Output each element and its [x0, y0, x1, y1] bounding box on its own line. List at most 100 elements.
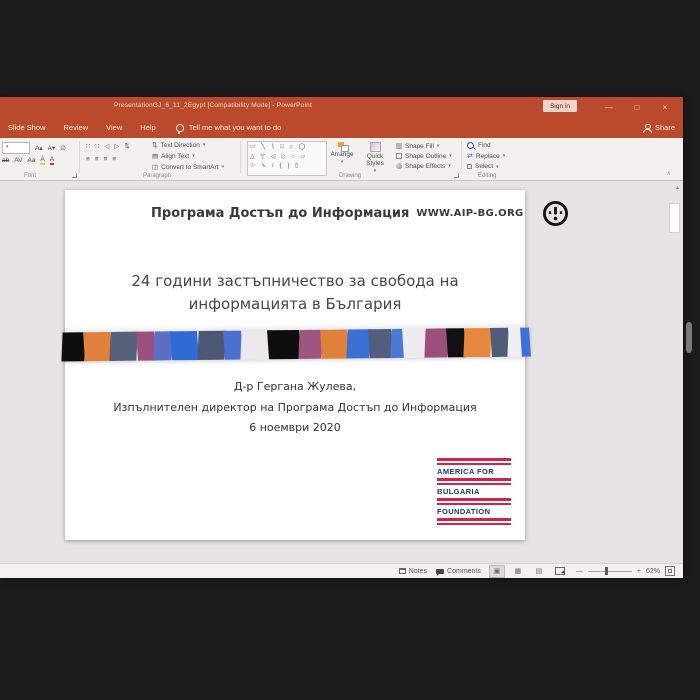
- stripe-segment: [520, 328, 531, 357]
- stripe-segment: [368, 329, 393, 358]
- decrease-indent-button[interactable]: ◁: [104, 142, 109, 150]
- vertical-scrollbar[interactable]: ▴: [669, 181, 682, 564]
- restore-button[interactable]: □: [628, 100, 646, 114]
- desktop-background: PresentationGJ_6_11_2Egypt [Compatibilit…: [0, 0, 700, 700]
- decrease-font-size-button[interactable]: A▾: [48, 144, 56, 152]
- outer-scrollbar-thumb[interactable]: [686, 322, 692, 353]
- slide-header[interactable]: Програма Достъп до Информация WWW.AIP-BG…: [151, 198, 569, 228]
- chevron-down-icon: ▾: [222, 164, 225, 170]
- editing-stack: Find ⇄ Replace ▾ Select ▾: [467, 140, 515, 172]
- slide-author-block[interactable]: Д-р Гергана Жулева, Изпълнителен директо…: [65, 377, 525, 439]
- zoom-in-button[interactable]: +: [637, 568, 641, 575]
- chevron-down-icon: ▾: [341, 159, 344, 165]
- bullets-button[interactable]: ∷: [86, 142, 90, 150]
- lightbulb-icon: [176, 124, 184, 132]
- convert-to-smartart-button[interactable]: ◫ Convert to SmartArt ▾: [152, 163, 238, 171]
- justify-button[interactable]: ≡: [112, 156, 116, 163]
- slide-canvas: Програма Достъп до Информация WWW.AIP-BG…: [0, 181, 683, 564]
- notes-button[interactable]: Notes: [399, 568, 427, 575]
- minimize-button[interactable]: —: [600, 100, 618, 114]
- shape-gallery-row[interactable]: △ ▽ ◁ ◇ ○ ▱: [250, 153, 324, 163]
- zoom-slider-thumb[interactable]: [605, 567, 608, 575]
- drawing-group-label: Drawing: [339, 173, 361, 179]
- collapse-ribbon-icon[interactable]: ∧: [667, 170, 671, 177]
- chevron-down-icon: ▾: [448, 163, 451, 169]
- clear-formatting-button[interactable]: ∅: [60, 144, 66, 152]
- shape-effects-button[interactable]: Shape Effects ▾: [396, 163, 460, 170]
- slide-show-button[interactable]: [553, 566, 567, 577]
- line-spacing-button[interactable]: ⇅: [124, 142, 129, 150]
- tab-view[interactable]: View: [106, 123, 122, 132]
- select-button[interactable]: Select ▾: [467, 163, 515, 170]
- comment-icon: [436, 569, 444, 574]
- font-toolbar-row1: ▾ A▴ A▾ ∅: [2, 142, 66, 154]
- align-center-button[interactable]: ≡: [95, 156, 99, 163]
- stripe-segment: [425, 328, 449, 357]
- paragraph-group-label: Paragraph: [143, 173, 171, 179]
- abf-stripe: [437, 478, 511, 481]
- strikethrough-button[interactable]: ab: [2, 157, 9, 164]
- scrollbar-thumb[interactable]: [669, 203, 680, 233]
- text-direction-button[interactable]: ⇅ Text Direction ▾: [152, 141, 238, 149]
- title-bar[interactable]: PresentationGJ_6_11_2Egypt [Compatibilit…: [0, 97, 683, 117]
- tell-me-box[interactable]: Tell me what you want to do: [176, 123, 282, 132]
- share-button[interactable]: Share: [643, 123, 675, 132]
- comments-button[interactable]: Comments: [436, 568, 481, 575]
- ribbon-tab-row: Slide Show Review View Help Tell me what yo…: [0, 117, 683, 138]
- shape-gallery-row[interactable]: ▭ ╲ ∖ □ ○ ◯: [250, 143, 324, 153]
- reading-view-button[interactable]: ▤: [532, 566, 546, 577]
- author-name-text: Д-р Гергана Жулева,: [65, 377, 525, 398]
- org-name-text: Програма Достъп до Информация: [151, 206, 409, 221]
- shape-outline-button[interactable]: Shape Outline ▾: [396, 153, 460, 160]
- zoom-out-button[interactable]: —: [576, 568, 583, 575]
- numbering-button[interactable]: ∷: [95, 142, 99, 150]
- change-case-button[interactable]: Aa: [27, 157, 35, 164]
- slide-title[interactable]: 24 години застъпничество за свобода на и…: [65, 270, 525, 316]
- increase-font-size-button[interactable]: A▴: [35, 144, 43, 152]
- sign-in-button[interactable]: Sign in: [543, 100, 577, 112]
- abf-stripe: [437, 523, 511, 526]
- text-direction-icon: ⇅: [152, 141, 157, 149]
- replace-button[interactable]: ⇄ Replace ▾: [467, 152, 515, 160]
- shape-fill-button[interactable]: Shape Fill ▾: [396, 143, 460, 150]
- find-button[interactable]: Find: [467, 142, 515, 149]
- align-right-button[interactable]: ≡: [104, 156, 108, 163]
- normal-view-button[interactable]: ▣: [490, 566, 504, 577]
- stripe-segment: [170, 331, 199, 360]
- zoom-slider[interactable]: [588, 571, 632, 572]
- ribbon: ▾ A▴ A▾ ∅ ab AV Aa A A Font ∷ ∷ ◁ ▷: [0, 138, 683, 181]
- chevron-down-icon: ▾: [374, 168, 377, 174]
- slide[interactable]: Програма Достъп до Информация WWW.AIP-BG…: [65, 190, 525, 540]
- fit-to-window-icon[interactable]: [665, 566, 675, 576]
- website-text: WWW.AIP-BG.ORG: [416, 208, 523, 219]
- quick-styles-button[interactable]: Quick Styles ▾: [360, 141, 390, 175]
- align-text-icon: ▤: [152, 152, 158, 160]
- chevron-down-icon: ▾: [496, 164, 499, 170]
- highlight-color-button[interactable]: A: [40, 156, 44, 165]
- zoom-percentage[interactable]: 62%: [646, 568, 660, 575]
- abf-logo-line2: BULGARIA: [437, 487, 511, 496]
- shape-gallery-row[interactable]: ☆ ∿ ≀ { } ▯: [250, 162, 324, 172]
- font-color-button[interactable]: A: [50, 156, 54, 165]
- font-size-combobox[interactable]: ▾: [2, 142, 30, 154]
- tab-review[interactable]: Review: [64, 123, 89, 132]
- character-spacing-button[interactable]: AV: [14, 157, 22, 164]
- align-text-button[interactable]: ▤ Align Text ▾: [152, 152, 238, 160]
- shape-gallery: ▭ ╲ ∖ □ ○ ◯△ ▽ ◁ ◇ ○ ▱☆ ∿ ≀ { } ▯: [247, 141, 327, 176]
- arrange-button[interactable]: Arrange ▾: [327, 141, 357, 175]
- slide-title-line1: 24 години застъпничество за свобода на: [65, 270, 525, 293]
- abf-stripe: [437, 503, 511, 506]
- status-bar: Notes Comments ▣ ▦ ▤ — + 62%: [0, 563, 683, 578]
- font-dialog-launcher-icon[interactable]: [72, 173, 77, 178]
- tab-slide-show[interactable]: Slide Show: [8, 123, 46, 132]
- person-icon: [643, 124, 651, 132]
- drawing-dialog-launcher-icon[interactable]: [454, 173, 459, 178]
- align-left-button[interactable]: ≡: [86, 156, 90, 163]
- stripe-segment: [346, 329, 370, 358]
- scroll-up-icon[interactable]: ▴: [676, 184, 679, 191]
- increase-indent-button[interactable]: ▷: [114, 142, 119, 150]
- slide-sorter-view-button[interactable]: ▦: [511, 566, 525, 577]
- abf-logo-line3: FOUNDATION: [437, 507, 511, 516]
- tab-help[interactable]: Help: [140, 123, 155, 132]
- close-button[interactable]: ×: [656, 100, 674, 114]
